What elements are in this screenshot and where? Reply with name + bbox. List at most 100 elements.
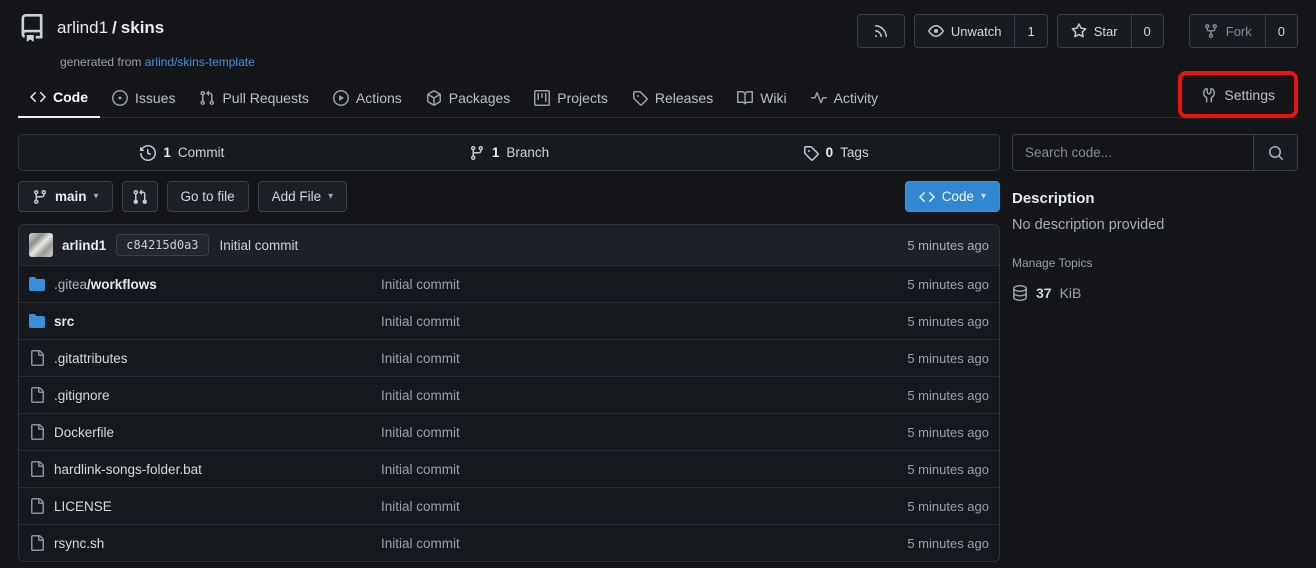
project-board-icon (534, 90, 550, 106)
file-commit-message[interactable]: Initial commit (381, 388, 907, 403)
search-code-input[interactable] (1012, 134, 1253, 171)
unwatch-button[interactable]: Unwatch (915, 15, 1015, 47)
package-icon (426, 90, 442, 106)
rss-icon (873, 23, 889, 39)
template-repo-link[interactable]: arlind/skins-template (145, 55, 255, 69)
repo-name-link[interactable]: skins (121, 18, 164, 37)
file-icon (29, 535, 45, 551)
file-link[interactable]: hardlink-songs-folder.bat (29, 461, 381, 477)
code-download-button[interactable]: Code ▾ (905, 181, 1000, 212)
file-commit-message[interactable]: Initial commit (381, 536, 907, 551)
file-link[interactable]: .gitignore (29, 387, 381, 403)
tab-wiki[interactable]: Wiki (725, 79, 798, 117)
main-column: 1 Commit 1 Branch 0 Tags (18, 134, 1000, 562)
folder-icon (29, 313, 45, 329)
file-commit-message[interactable]: Initial commit (381, 277, 907, 292)
tag-icon (632, 90, 648, 106)
go-to-file-button[interactable]: Go to file (167, 181, 249, 212)
compare-button[interactable] (122, 181, 158, 212)
star-icon (1071, 23, 1087, 39)
play-circle-icon (333, 90, 349, 106)
tab-packages[interactable]: Packages (414, 79, 522, 117)
code-icon (30, 89, 46, 105)
code-search (1012, 134, 1298, 171)
file-link[interactable]: rsync.sh (29, 535, 381, 551)
table-row: LICENSE Initial commit 5 minutes ago (19, 487, 999, 524)
chevron-down-icon: ▾ (328, 192, 333, 202)
star-count[interactable]: 0 (1131, 15, 1163, 47)
file-link[interactable]: .gitea/workflows (29, 276, 381, 292)
file-name: src (54, 314, 74, 329)
repo-stats-bar: 1 Commit 1 Branch 0 Tags (18, 134, 1000, 171)
commit-message-link[interactable]: Initial commit (220, 238, 299, 253)
tab-wiki-label: Wiki (760, 90, 786, 106)
star-button[interactable]: Star (1058, 15, 1131, 47)
file-commit-message[interactable]: Initial commit (381, 425, 907, 440)
search-button[interactable] (1253, 134, 1298, 171)
tab-settings[interactable]: Settings (1189, 76, 1287, 114)
commit-author-link[interactable]: arlind1 (62, 238, 106, 253)
tab-packages-label: Packages (449, 90, 510, 106)
file-name: LICENSE (54, 499, 112, 514)
branches-stat[interactable]: 1 Branch (346, 135, 673, 170)
repo-title: arlind1/skins (57, 18, 164, 38)
repo-size: 37 KiB (1012, 285, 1298, 301)
file-name: hardlink-songs-folder.bat (54, 462, 202, 477)
tab-activity-label: Activity (834, 90, 878, 106)
tab-pull-requests[interactable]: Pull Requests (187, 79, 320, 117)
repo-actions: Unwatch 1 Star 0 Fork (857, 14, 1298, 48)
repo-sidebar: Description No description provided Mana… (1012, 134, 1298, 301)
generated-from-label: generated from (60, 55, 141, 69)
file-commit-time: 5 minutes ago (907, 314, 989, 329)
tab-projects-label: Projects (557, 90, 608, 106)
git-compare-icon (132, 189, 148, 205)
tab-code[interactable]: Code (18, 78, 100, 118)
book-icon (737, 90, 753, 106)
tab-projects[interactable]: Projects (522, 79, 620, 117)
repo-owner-link[interactable]: arlind1 (57, 18, 108, 37)
tab-issues[interactable]: Issues (100, 79, 187, 117)
rss-button[interactable] (857, 14, 905, 48)
tools-icon (1201, 87, 1217, 103)
fork-count[interactable]: 0 (1265, 15, 1297, 47)
fork-button[interactable]: Fork (1190, 15, 1265, 47)
tag-icon (803, 145, 819, 161)
tab-releases[interactable]: Releases (620, 79, 725, 117)
file-icon (29, 461, 45, 477)
file-commit-time: 5 minutes ago (907, 536, 989, 551)
commits-count: 1 (163, 145, 171, 160)
file-commit-message[interactable]: Initial commit (381, 351, 907, 366)
commits-stat[interactable]: 1 Commit (19, 135, 346, 170)
file-link[interactable]: .gitattributes (29, 350, 381, 366)
unwatch-label: Unwatch (951, 24, 1002, 39)
table-row: hardlink-songs-folder.bat Initial commit… (19, 450, 999, 487)
repo-content: 1 Commit 1 Branch 0 Tags (0, 118, 1316, 562)
commit-hash-link[interactable]: c84215d0a3 (116, 234, 208, 256)
file-link[interactable]: src (29, 313, 381, 329)
file-icon (29, 498, 45, 514)
tab-activity[interactable]: Activity (799, 79, 890, 117)
file-commit-time: 5 minutes ago (907, 462, 989, 477)
tags-stat[interactable]: 0 Tags (672, 135, 999, 170)
star-label: Star (1094, 24, 1118, 39)
tab-actions[interactable]: Actions (321, 79, 414, 117)
file-commit-message[interactable]: Initial commit (381, 314, 907, 329)
manage-topics-link[interactable]: Manage Topics (1012, 256, 1093, 270)
avatar[interactable] (29, 233, 53, 257)
repo-header: arlind1/skins Unwatch 1 (0, 0, 1316, 118)
search-icon (1268, 145, 1284, 161)
file-icon (29, 424, 45, 440)
repo-nav: Code Issues Pull Requests Actions Packag… (18, 78, 1298, 118)
tab-pull-requests-label: Pull Requests (222, 90, 308, 106)
file-icon (29, 387, 45, 403)
file-commit-message[interactable]: Initial commit (381, 499, 907, 514)
file-name: /workflows (87, 277, 157, 292)
file-commit-message[interactable]: Initial commit (381, 462, 907, 477)
watch-count[interactable]: 1 (1014, 15, 1046, 47)
file-link[interactable]: LICENSE (29, 498, 381, 514)
file-commit-time: 5 minutes ago (907, 351, 989, 366)
pulse-icon (811, 90, 827, 106)
add-file-button[interactable]: Add File ▾ (258, 181, 348, 212)
branch-selector[interactable]: main ▾ (18, 181, 113, 212)
file-link[interactable]: Dockerfile (29, 424, 381, 440)
